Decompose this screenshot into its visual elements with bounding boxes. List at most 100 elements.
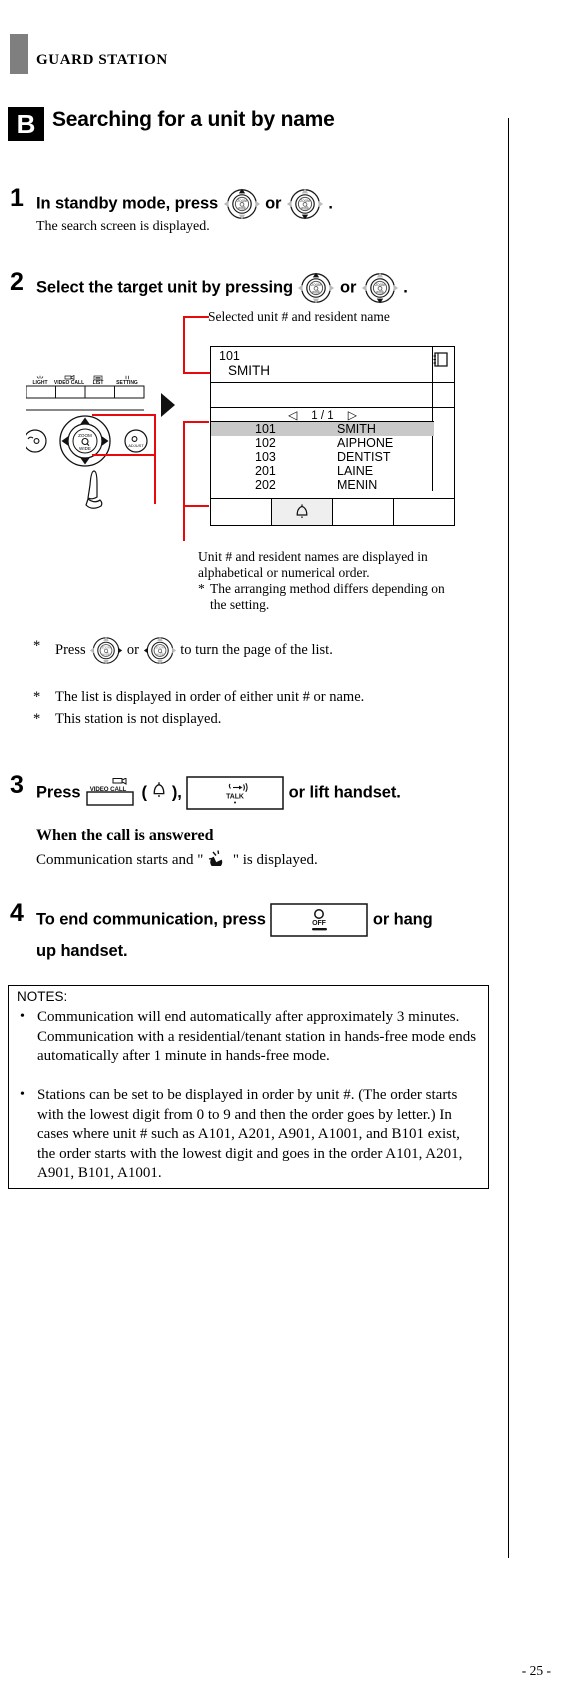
asterisk-marker: * — [33, 689, 41, 705]
svg-text:OFF: OFF — [313, 920, 328, 927]
svg-text:SETTING: SETTING — [116, 380, 138, 386]
asterisk-note-text: This station is not displayed. — [55, 711, 222, 727]
lcd-softkey-bar — [211, 498, 454, 525]
step-2-text-before: Select the target unit by pressing — [36, 278, 293, 297]
step-3-text-after: or lift handset. — [288, 783, 401, 802]
asterisk-note-press-page: * Press ZOOM WIDE or ZOOM WIDE to turn t… — [33, 636, 473, 665]
page-next-icon[interactable]: ▷ — [348, 408, 357, 422]
off-key[interactable]: OFF — [270, 903, 369, 937]
page-prev-icon[interactable]: ◁ — [288, 408, 297, 422]
talk-key[interactable]: TALK — [186, 776, 284, 810]
step-4-text-line2: up handset. — [36, 942, 128, 960]
jog-dial-down-icon[interactable]: ZOOM WIDE — [361, 272, 399, 304]
lcd-selected-unit-name: SMITH — [228, 363, 270, 378]
answered-heading: When the call is answered — [36, 827, 214, 844]
softkey-3[interactable] — [333, 499, 394, 525]
svg-text:WIDE: WIDE — [301, 206, 310, 210]
step-3-paren-close: ), — [171, 783, 182, 802]
list-item[interactable]: 102 AIPHONE — [211, 436, 434, 450]
answered-post: " is displayed. — [232, 851, 318, 868]
list-item[interactable]: 202 MENIN — [211, 478, 434, 492]
jog-dial-left-icon[interactable]: ZOOM WIDE — [143, 636, 177, 665]
note-item: • Communication will end automatically a… — [19, 1008, 481, 1067]
softkey-1[interactable] — [211, 499, 272, 525]
step-2-instruction: Select the target unit by pressing ZOOM … — [36, 272, 506, 304]
guard-station-device-illustration: LIGHT VIDEO CALL LIST SETTING ADJUST ZOO… — [23, 373, 148, 523]
callout-selected-unit-label: Selected unit # and resident name — [208, 309, 390, 324]
section-letter-badge: B — [8, 107, 44, 141]
step-1-subtext: The search screen is displayed. — [36, 219, 210, 234]
svg-text:ZOOM: ZOOM — [78, 433, 92, 438]
svg-text:WIDE: WIDE — [237, 206, 246, 210]
section-heading: Searching for a unit by name — [52, 108, 335, 131]
lcd-pager: ◁ 1 / 1 ▷ — [211, 408, 434, 422]
callout-jog-vertical — [154, 414, 156, 504]
svg-text:ADJUST: ADJUST — [128, 443, 144, 448]
step-2-number: 2 — [10, 268, 24, 296]
lcd-blank-area — [211, 383, 454, 408]
callout-list-h-top — [183, 421, 209, 423]
jog-dial-right-icon[interactable]: ZOOM WIDE — [89, 636, 123, 665]
asterisk-note-self: * This station is not displayed. — [33, 709, 473, 729]
list-note-asterisk: * — [198, 581, 205, 596]
page-indicator: 1 / 1 — [311, 410, 334, 422]
softkey-call[interactable] — [272, 499, 333, 525]
asterisk-note-post: to turn the page of the list. — [180, 641, 333, 658]
step-3-instruction: Press VIDEO CALL ( ), TALK or lift hands… — [36, 776, 506, 810]
list-item-number: 202 — [255, 478, 276, 492]
address-book-icon — [432, 351, 450, 369]
callout-list-note: Unit # and resident names are displayed … — [198, 549, 498, 613]
list-note-line-3: The arranging method differs depending o… — [210, 581, 445, 596]
list-item-number: 102 — [255, 436, 276, 450]
callout-list-h-bottom — [183, 505, 209, 507]
list-note-line-2: alphabetical or numerical order. — [198, 565, 370, 580]
asterisk-marker: * — [33, 638, 41, 654]
flow-arrow-icon — [159, 392, 177, 423]
svg-text:WIDE: WIDE — [102, 652, 110, 656]
callout-jog-up-line — [92, 414, 156, 416]
svg-text:LIGHT: LIGHT — [33, 380, 48, 386]
list-item[interactable]: 103 DENTIST — [211, 450, 434, 464]
list-item-number: 103 — [255, 450, 276, 464]
lcd-display: 101 SMITH ◁ 1 / 1 ▷ 101 SMITH 102 AIPHONE … — [210, 346, 455, 526]
svg-text:WIDE: WIDE — [376, 290, 385, 294]
lcd-unit-list: 101 SMITH 102 AIPHONE 103 DENTIST 201 LA… — [211, 422, 434, 492]
note-item-text: Stations can be set to be displayed in o… — [37, 1087, 463, 1181]
list-note-line-4: the setting. — [210, 597, 270, 612]
asterisk-note-mid: or — [126, 641, 139, 658]
asterisk-note-text: The list is displayed in order of either… — [55, 689, 365, 705]
jog-dial-down-icon[interactable]: ZOOM WIDE — [286, 188, 324, 220]
svg-text:VIDEO CALL: VIDEO CALL — [54, 380, 84, 386]
step-1-or-label: or — [265, 194, 282, 213]
answered-pre: Communication starts and " — [36, 851, 204, 868]
note-item: • Stations can be set to be displayed in… — [19, 1086, 481, 1184]
svg-text:LIST: LIST — [93, 380, 104, 386]
step-4-text-before: To end communication, press — [36, 910, 266, 929]
answered-description: Communication starts and " " is displaye… — [36, 850, 318, 871]
svg-text:WIDE: WIDE — [312, 290, 321, 294]
svg-text:WIDE: WIDE — [156, 652, 164, 656]
notes-box: NOTES: • Communication will end automati… — [8, 985, 489, 1189]
softkey-4[interactable] — [394, 499, 454, 525]
list-item[interactable]: 101 SMITH — [211, 422, 434, 436]
step-4-number: 4 — [10, 899, 24, 927]
step-3-paren-open: ( — [141, 783, 147, 802]
lcd-header-area: 101 SMITH — [211, 347, 454, 383]
video-call-key[interactable]: VIDEO CALL — [85, 777, 137, 808]
list-item[interactable]: 201 LAINE — [211, 464, 434, 478]
step-2-or-label: or — [339, 278, 357, 297]
asterisk-marker: * — [33, 711, 41, 727]
bell-icon — [151, 781, 167, 806]
list-item-number: 101 — [255, 422, 276, 436]
svg-text:WIDE: WIDE — [79, 446, 91, 451]
page-number: - 25 - — [521, 1663, 551, 1678]
bell-icon — [294, 503, 310, 525]
bullet-icon: • — [20, 1087, 25, 1102]
jog-dial-up-icon[interactable]: ZOOM WIDE — [223, 188, 261, 220]
step-1-text-after: . — [328, 194, 333, 213]
header-accent-bar — [10, 34, 28, 74]
notes-title: NOTES: — [17, 989, 68, 1004]
list-item-name: DENTIST — [337, 450, 391, 464]
jog-dial-up-icon[interactable]: ZOOM WIDE — [297, 272, 335, 304]
list-item-number: 201 — [255, 464, 276, 478]
